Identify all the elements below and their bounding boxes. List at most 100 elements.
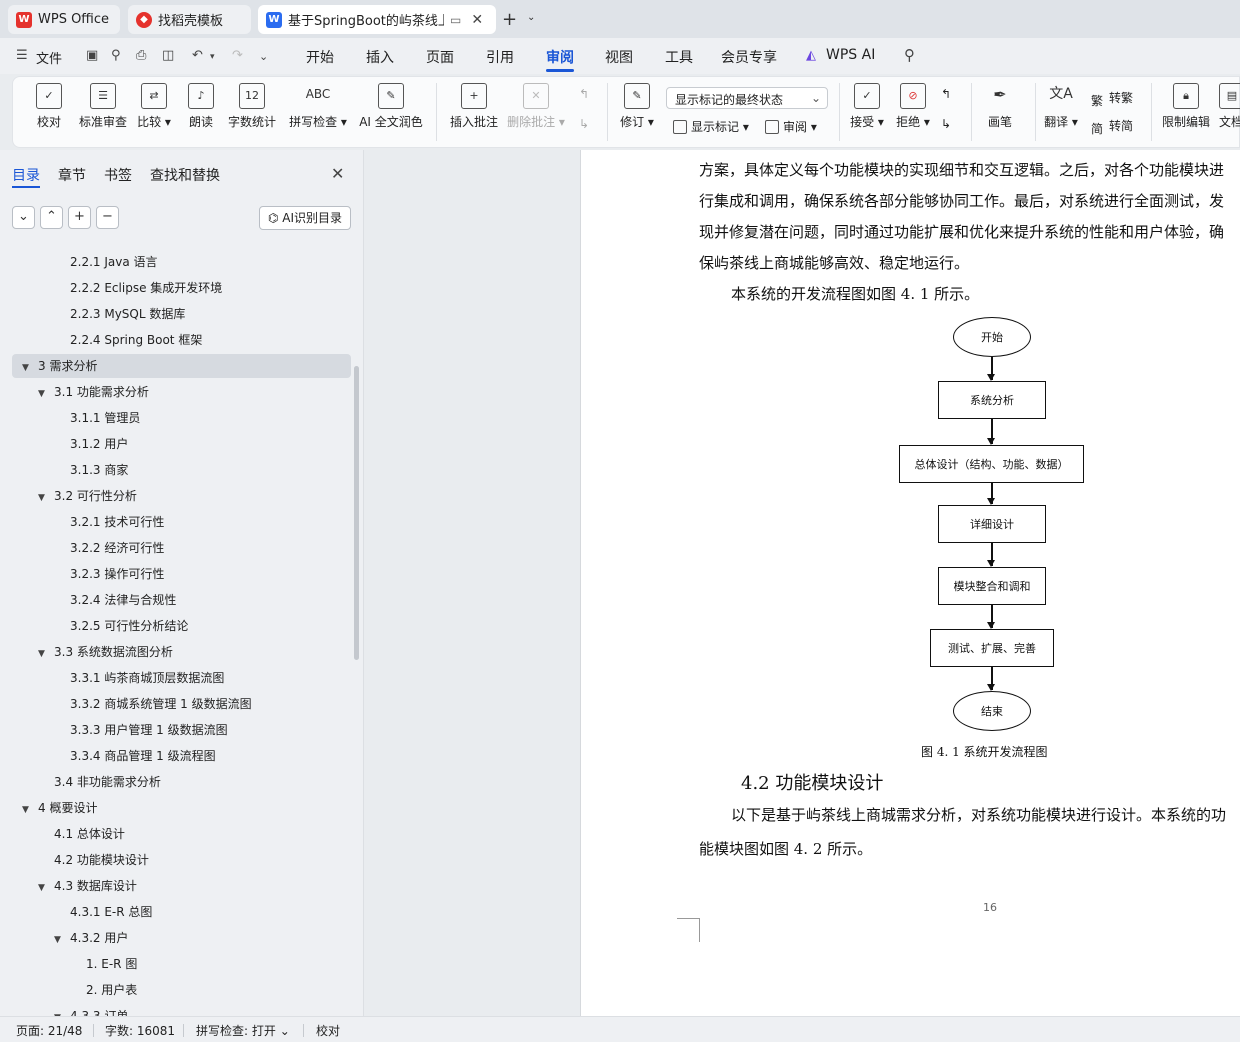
toc-item[interactable]: ▼ 3 需求分析: [12, 354, 351, 378]
toc-item[interactable]: 3.1.2 用户: [54, 432, 128, 456]
toc-item[interactable]: 3.2.2 经济可行性: [54, 536, 164, 560]
compare-button[interactable]: ⇄ 比较 ▾: [135, 83, 173, 130]
toc-item[interactable]: 3.2.5 可行性分析结论: [54, 614, 188, 638]
toc-item[interactable]: 2.2.4 Spring Boot 框架: [54, 328, 202, 352]
body-line[interactable]: 能模块图如图 4. 2 所示。: [699, 834, 872, 865]
document-page[interactable]: 方案，具体定义每个功能模块的实现细节和交互逻辑。之后，对各个功能模块进 行集成和…: [580, 150, 1240, 1016]
previous-comment-icon[interactable]: ↰: [579, 87, 589, 101]
hamburger-menu-icon[interactable]: ☰: [16, 48, 28, 63]
menu-review[interactable]: 审阅: [546, 47, 574, 67]
toc-item[interactable]: ▼4.3.3 订单: [54, 1004, 128, 1016]
tab-wps-office[interactable]: W WPS Office: [8, 5, 120, 34]
toc-item[interactable]: ▼ 4.3.2 用户: [54, 926, 128, 950]
review-pane-button[interactable]: 审阅 ▾: [765, 118, 817, 135]
tab-find-template[interactable]: ◆ 找稻壳模板: [128, 5, 251, 34]
toc-item[interactable]: 2.2.2 Eclipse 集成开发环境: [54, 276, 222, 300]
toc-item[interactable]: 1. E-R 图: [70, 952, 137, 976]
expand-triangle-icon[interactable]: ▼: [38, 486, 54, 510]
search-icon[interactable]: ⚲: [904, 46, 915, 64]
next-comment-icon[interactable]: ↳: [579, 117, 589, 131]
translate-button[interactable]: 文A 翻译 ▾: [1043, 83, 1079, 130]
toc-item[interactable]: ▼ 4.3 数据库设计: [38, 874, 137, 898]
share-icon[interactable]: ⚲: [111, 48, 121, 63]
toc-item[interactable]: 3.2.4 法律与合规性: [54, 588, 176, 612]
tab-toc[interactable]: 目录: [12, 165, 40, 185]
restrict-edit-button[interactable]: 🔒︎ 限制编辑: [1161, 83, 1211, 130]
remove-heading-button[interactable]: −: [96, 206, 119, 229]
menu-insert[interactable]: 插入: [366, 47, 394, 67]
tab-list-chevron-icon[interactable]: ⌄: [527, 12, 535, 23]
expand-level-button[interactable]: ⌃: [40, 206, 63, 229]
body-line[interactable]: 以下是基于屿茶线上商城需求分析，对系统功能模块进行设计。本系统的功: [731, 800, 1226, 831]
file-menu[interactable]: 文件: [36, 48, 62, 67]
quick-access-more-icon[interactable]: ⌄: [259, 50, 268, 63]
insert-comment-button[interactable]: + 插入批注: [449, 83, 499, 130]
expand-triangle-icon[interactable]: ▼: [22, 798, 38, 822]
body-line[interactable]: 现并修复潜在问题，同时通过功能扩展和优化来提升系统的性能和用户体验，确: [699, 217, 1224, 248]
toc-item[interactable]: 3.2.1 技术可行性: [54, 510, 164, 534]
tab-find-replace[interactable]: 查找和替换: [150, 165, 220, 185]
toc-item[interactable]: 2. 用户表: [70, 978, 137, 1002]
menu-references[interactable]: 引用: [486, 47, 514, 67]
expand-triangle-icon[interactable]: ▼: [38, 382, 54, 406]
to-simplified-button[interactable]: 简转简: [1091, 117, 1133, 136]
previous-change-icon[interactable]: ↰: [941, 87, 951, 101]
toc-item[interactable]: ▼ 4 概要设计: [22, 796, 97, 820]
standard-review-button[interactable]: ☰ 标准审查: [77, 83, 129, 130]
collapse-level-button[interactable]: ⌄: [12, 206, 35, 229]
document-canvas[interactable]: 方案，具体定义每个功能模块的实现细节和交互逻辑。之后，对各个功能模块进 行集成和…: [365, 150, 1240, 1016]
development-flowchart[interactable]: 开始 系统分析 总体设计（结构、功能、数据） 详细设计 模块整合和调和 测试、扩…: [881, 315, 1121, 765]
tab-bookmarks[interactable]: 书签: [104, 165, 132, 185]
track-changes-button[interactable]: ✎ 修订 ▾: [619, 83, 655, 130]
body-line[interactable]: 本系统的开发流程图如图 4. 1 所示。: [731, 279, 979, 310]
toc-item[interactable]: 3.3.4 商品管理 1 级流程图: [54, 744, 216, 768]
section-heading[interactable]: 4.2 功能模块设计: [741, 769, 883, 795]
save-icon[interactable]: ▣: [86, 48, 98, 63]
toc-item[interactable]: 2.2.1 Java 语言: [54, 250, 158, 274]
toc-item[interactable]: 4.3.1 E-R 总图: [54, 900, 152, 924]
toc-item[interactable]: 4.1 总体设计: [38, 822, 125, 846]
add-heading-button[interactable]: +: [68, 206, 91, 229]
body-line[interactable]: 行集成和调用，确保系统各部分能够协同工作。最后，对系统进行全面测试，发: [699, 186, 1224, 217]
toc-item[interactable]: 3.3.2 商城系统管理 1 级数据流图: [54, 692, 252, 716]
expand-triangle-icon[interactable]: ▼: [22, 356, 38, 380]
expand-triangle-icon[interactable]: ▼: [38, 642, 54, 666]
word-count-button[interactable]: 12 字数统计: [227, 83, 277, 130]
monitor-icon[interactable]: ▭: [450, 13, 461, 27]
ai-toc-button[interactable]: ⌬ AI识别目录: [259, 206, 351, 230]
undo-icon[interactable]: ↶: [192, 48, 203, 63]
toc-item[interactable]: 3.3.1 屿茶商城顶层数据流图: [54, 666, 224, 690]
read-aloud-button[interactable]: ♪ 朗读: [187, 83, 215, 130]
menu-start[interactable]: 开始: [306, 47, 334, 67]
menu-member[interactable]: 会员专享: [721, 47, 777, 67]
proofread-status[interactable]: 校对: [316, 1022, 340, 1039]
body-line[interactable]: 保屿茶线上商城能够高效、稳定地运行。: [699, 248, 969, 279]
toc-item[interactable]: ▼ 3.2 可行性分析: [38, 484, 137, 508]
tab-chapters[interactable]: 章节: [58, 165, 86, 185]
page-indicator[interactable]: 页面: 21/48: [16, 1022, 82, 1039]
toc-item[interactable]: 2.2.3 MySQL 数据库: [54, 302, 185, 326]
menu-page[interactable]: 页面: [426, 47, 454, 67]
ai-polish-button[interactable]: ✎ AI 全文润色: [357, 83, 425, 130]
markup-state-select[interactable]: 显示标记的最终状态 ⌄: [666, 87, 828, 109]
accept-button[interactable]: ✓ 接受 ▾: [849, 83, 885, 130]
print-preview-icon[interactable]: ◫: [162, 48, 174, 63]
tab-document[interactable]: W 基于SpringBoot的屿茶线上商城 ▭ ✕: [258, 5, 496, 34]
new-tab-plus-icon[interactable]: +: [502, 9, 517, 30]
toc-item[interactable]: 4.2 功能模块设计: [38, 848, 149, 872]
expand-triangle-icon[interactable]: ▼: [54, 928, 70, 952]
toc-item[interactable]: 3.2.3 操作可行性: [54, 562, 164, 586]
close-pane-icon[interactable]: ✕: [331, 164, 344, 183]
redo-icon[interactable]: ↷: [232, 48, 243, 63]
delete-comment-button[interactable]: ✕ 删除批注 ▾: [507, 83, 565, 130]
toc-item[interactable]: 3.1.1 管理员: [54, 406, 140, 430]
toc-item[interactable]: 3.1.3 商家: [54, 458, 128, 482]
figure-caption[interactable]: 图 4. 1 系统开发流程图: [921, 743, 1048, 760]
word-count-indicator[interactable]: 字数: 16081: [105, 1022, 175, 1039]
reject-button[interactable]: ⊘ 拒绝 ▾: [895, 83, 931, 130]
proofread-button[interactable]: ✓ 校对: [35, 83, 63, 130]
print-icon[interactable]: ⎙: [136, 48, 146, 63]
menu-tools[interactable]: 工具: [665, 47, 693, 67]
expand-triangle-icon[interactable]: ▼: [38, 876, 54, 900]
toc-item[interactable]: 3.3.3 用户管理 1 级数据流图: [54, 718, 228, 742]
